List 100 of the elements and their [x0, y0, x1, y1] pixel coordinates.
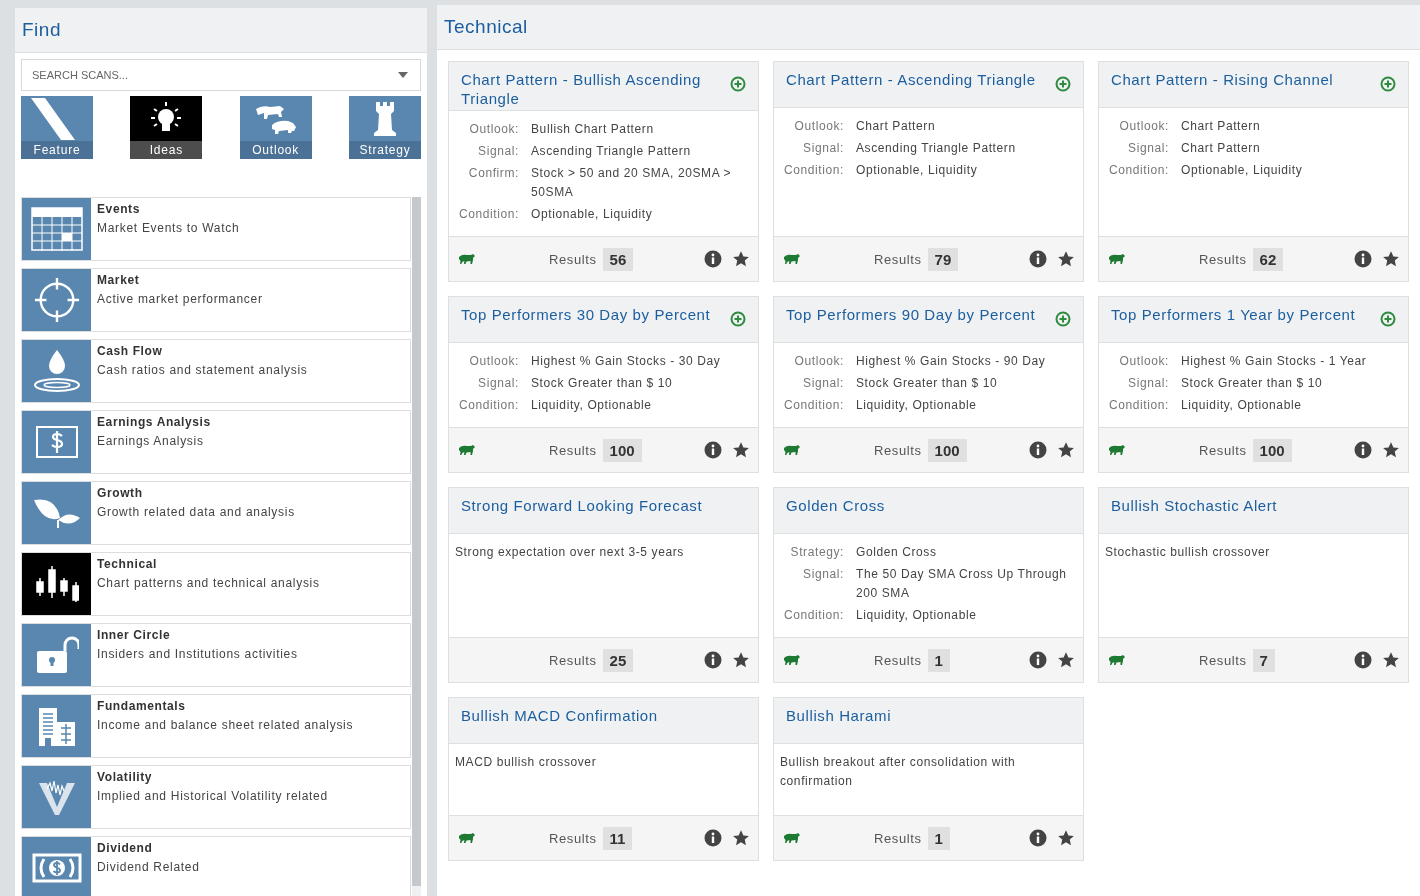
field-value: Chart Pattern — [856, 118, 937, 135]
field-value: Optionable, Liquidity — [856, 162, 979, 179]
category-tile[interactable]: Outlook — [239, 96, 312, 159]
add-circle-icon[interactable] — [1055, 76, 1071, 92]
caret-icon — [398, 72, 408, 78]
field-label: Condition: — [1107, 397, 1169, 414]
field-value: Optionable, Liquidity — [1181, 162, 1304, 179]
category-item[interactable]: Events Market Events to Watch — [21, 197, 411, 261]
field-value: Ascending Triangle Pattern — [531, 143, 692, 160]
results-count: 1 — [927, 826, 950, 850]
field-value: Chart Pattern — [1181, 140, 1262, 157]
search-field[interactable]: SEARCH SCANS... — [21, 59, 421, 91]
category-tile[interactable]: Feature — [21, 96, 93, 159]
add-circle-icon[interactable] — [1055, 311, 1071, 327]
field-value: Optionable, Liquidity — [531, 206, 654, 223]
info-icon[interactable] — [1029, 651, 1047, 669]
scan-description: Stochastic bullish crossover — [1105, 544, 1271, 561]
info-icon[interactable] — [704, 829, 722, 847]
star-icon[interactable] — [1057, 250, 1075, 268]
field-label: Outlook: — [1118, 353, 1169, 370]
category-item[interactable]: Technical Chart patterns and technical analysis — [21, 552, 411, 616]
info-icon[interactable] — [1354, 250, 1372, 268]
info-icon[interactable] — [1029, 441, 1047, 459]
money-bill-icon — [31, 853, 82, 883]
results-label: Results — [549, 652, 597, 668]
field-label: Signal: — [1127, 375, 1169, 392]
field-value: Liquidity, Optionable — [1181, 397, 1303, 414]
star-icon[interactable] — [732, 829, 750, 847]
star-icon[interactable] — [1057, 441, 1075, 459]
info-icon[interactable] — [704, 441, 722, 459]
results-label: Results — [874, 251, 922, 267]
dollar-bill-icon — [34, 425, 79, 459]
star-icon[interactable] — [1382, 250, 1400, 268]
field-value: Highest % Gain Stocks - 1 Year — [1181, 353, 1368, 370]
info-icon[interactable] — [1029, 250, 1047, 268]
category-title: Technical — [97, 557, 158, 571]
category-item[interactable]: Fundamentals Income and balance sheet related analysis — [21, 694, 411, 758]
results-count: 62 — [1252, 247, 1284, 271]
field-label: Signal: — [802, 140, 844, 157]
category-item[interactable]: Market Active market performancer — [21, 268, 411, 332]
category-title: Volatility — [97, 770, 154, 784]
field-value: Stock Greater than $ 10 — [1181, 375, 1324, 392]
star-icon[interactable] — [1057, 651, 1075, 669]
panel-title: Technical — [444, 16, 528, 38]
category-item[interactable]: Inner Circle Insiders and Institutions activities — [21, 623, 411, 687]
results-label: Results — [549, 830, 597, 846]
results-label: Results — [1199, 251, 1247, 267]
category-description: Earnings Analysis — [97, 434, 205, 448]
category-title: Growth — [97, 486, 144, 500]
star-icon[interactable] — [732, 441, 750, 459]
field-label: Signal: — [1127, 140, 1169, 157]
field-value: Ascending Triangle Pattern — [856, 140, 1017, 157]
category-tile[interactable]: Strategy — [349, 96, 421, 159]
star-icon[interactable] — [732, 651, 750, 669]
category-title: Inner Circle — [97, 628, 172, 642]
add-circle-icon[interactable] — [1380, 311, 1396, 327]
category-item[interactable]: Cash Flow Cash ratios and statement analysis — [21, 339, 411, 403]
star-icon[interactable] — [732, 250, 750, 268]
add-circle-icon[interactable] — [1380, 76, 1396, 92]
scrollbar[interactable] — [412, 197, 421, 896]
category-item[interactable]: Earnings Analysis Earnings Analysis — [21, 410, 411, 474]
category-description: Active market performancer — [97, 292, 263, 306]
results-label: Results — [874, 830, 922, 846]
info-icon[interactable] — [704, 250, 722, 268]
category-item[interactable]: Volatility Implied and Historical Volatility related — [21, 765, 411, 829]
candlestick-icon — [34, 564, 79, 604]
category-description: Income and balance sheet related analysis — [97, 718, 354, 732]
crosshair-icon — [32, 276, 81, 324]
category-title: Market — [97, 273, 141, 287]
category-title: Events — [97, 202, 141, 216]
category-item[interactable]: Growth Growth related data and analysis — [21, 481, 411, 545]
category-title: Dividend — [97, 841, 154, 855]
results-count: 56 — [602, 247, 634, 271]
field-label: Outlook: — [468, 121, 519, 138]
info-icon[interactable] — [1354, 651, 1372, 669]
field-label: Strategy: — [789, 544, 844, 561]
category-description: Growth related data and analysis — [97, 505, 295, 519]
results-count: 79 — [927, 247, 959, 271]
category-item[interactable]: Dividend Dividend Related — [21, 836, 411, 896]
add-circle-icon[interactable] — [730, 76, 746, 92]
category-title: Fundamentals — [97, 699, 187, 713]
info-icon[interactable] — [1354, 441, 1372, 459]
category-description: Cash ratios and statement analysis — [97, 363, 308, 377]
field-label: Signal: — [802, 566, 844, 583]
field-label: Condition: — [782, 607, 844, 624]
results-count: 11 — [602, 826, 633, 850]
field-label: Condition: — [1107, 162, 1169, 179]
star-icon[interactable] — [1057, 829, 1075, 847]
field-label: Signal: — [802, 375, 844, 392]
scrollbar-thumb[interactable] — [412, 886, 421, 896]
info-icon[interactable] — [704, 651, 722, 669]
star-icon[interactable] — [1382, 651, 1400, 669]
field-value: Stock Greater than $ 10 — [856, 375, 999, 392]
field-value: Highest % Gain Stocks - 90 Day — [856, 353, 1047, 370]
add-circle-icon[interactable] — [730, 311, 746, 327]
results-count: 7 — [1252, 648, 1275, 672]
category-tile[interactable]: Ideas — [130, 96, 203, 159]
results-label: Results — [1199, 652, 1247, 668]
star-icon[interactable] — [1382, 441, 1400, 459]
info-icon[interactable] — [1029, 829, 1047, 847]
